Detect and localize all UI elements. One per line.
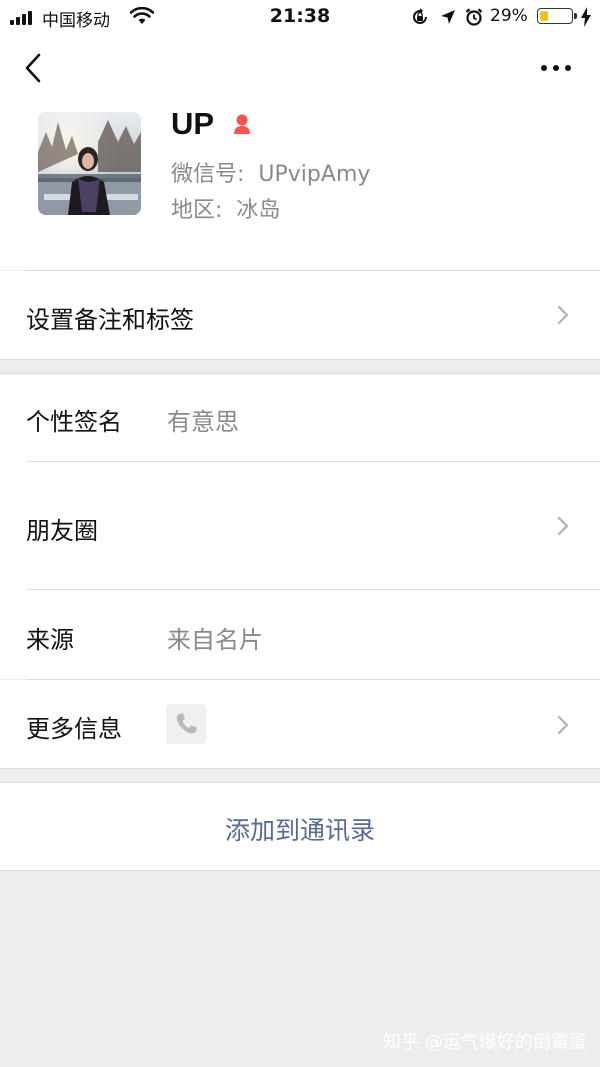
- moments-row[interactable]: 朋友圈: [0, 462, 600, 590]
- profile-card: UP 微信号: UPvipAmy 地区: 冰岛: [0, 100, 600, 270]
- source-row: 来源 来自名片: [0, 590, 600, 679]
- phone-icon: [166, 704, 206, 744]
- chevron-right-icon: [557, 715, 569, 735]
- wechat-id-line: 微信号: UPvipAmy: [171, 156, 370, 188]
- signature-value: 有意思: [167, 408, 239, 436]
- section-divider: [0, 359, 600, 360]
- add-to-contacts-button[interactable]: 添加到通讯录: [0, 783, 600, 870]
- region-value: 冰岛: [236, 198, 281, 223]
- chevron-left-icon[interactable]: [22, 52, 46, 84]
- chevron-right-icon: [557, 305, 569, 325]
- signature-title: 个性签名: [26, 408, 122, 436]
- section-divider: [0, 768, 600, 769]
- navigation-bar: [0, 34, 600, 100]
- wechat-id-value: UPvipAmy: [258, 162, 371, 187]
- charging-icon: [581, 7, 591, 27]
- battery-tip: [574, 13, 577, 19]
- source-title: 来源: [26, 626, 74, 654]
- moments-title: 朋友圈: [26, 517, 98, 545]
- section-divider: [0, 870, 600, 871]
- source-value: 来自名片: [167, 626, 263, 654]
- avatar-photo: [38, 112, 141, 215]
- add-to-contacts-label: 添加到通讯录: [224, 816, 375, 845]
- location-icon: [441, 10, 455, 24]
- battery-icon: [537, 8, 573, 24]
- chevron-right-icon: [557, 516, 569, 536]
- more-info-row[interactable]: 更多信息: [0, 680, 600, 768]
- battery-fill: [540, 11, 548, 21]
- more-dots-icon[interactable]: [536, 56, 576, 80]
- watermark: 知乎 @运气爆好的倒霉蛋: [383, 1032, 587, 1053]
- alarm-icon: [465, 8, 483, 26]
- region-label: 地区:: [171, 198, 223, 223]
- remark-tags-row[interactable]: 设置备注和标签: [0, 271, 600, 359]
- orientation-lock-icon: [413, 8, 427, 24]
- remark-tags-title: 设置备注和标签: [26, 306, 194, 334]
- region-line: 地区: 冰岛: [171, 192, 280, 224]
- signature-row: 个性签名 有意思: [0, 374, 600, 462]
- more-info-title: 更多信息: [26, 715, 122, 743]
- battery-percent: 29%: [490, 6, 528, 26]
- wechat-id-label: 微信号:: [171, 162, 245, 187]
- profile-name: UP: [171, 106, 215, 141]
- status-bar: 中国移动 21:38 29%: [0, 0, 600, 34]
- female-icon: [234, 114, 250, 134]
- avatar[interactable]: [38, 112, 141, 215]
